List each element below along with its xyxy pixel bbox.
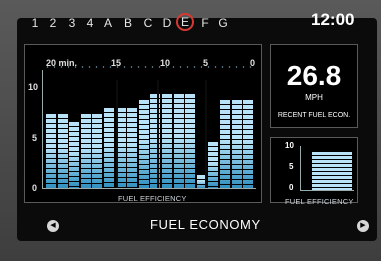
- history-bar: [173, 94, 184, 188]
- time-divider-5: [205, 80, 207, 188]
- history-bar: [220, 100, 230, 188]
- mode-key-d[interactable]: D: [158, 14, 176, 32]
- history-bar: [138, 100, 149, 188]
- y-tick-5: 5: [32, 133, 38, 143]
- mode-key-a[interactable]: A: [99, 14, 117, 32]
- history-bar: [57, 114, 68, 188]
- mode-key-3[interactable]: 3: [63, 14, 81, 32]
- x-axis-line: [42, 188, 256, 189]
- history-bar: [231, 100, 242, 188]
- y-tick-10: 10: [28, 82, 39, 92]
- recent-econ-label: RECENT FUEL ECON.: [277, 112, 351, 119]
- mode-key-1[interactable]: 1: [26, 14, 44, 32]
- y-axis-line: [42, 70, 43, 188]
- mode-key-c[interactable]: C: [139, 14, 157, 32]
- small-x-axis-line: [300, 190, 354, 191]
- mode-key-g[interactable]: G: [214, 14, 232, 32]
- mode-key-4[interactable]: 4: [81, 14, 99, 32]
- history-bar: [92, 114, 103, 188]
- mode-key-2[interactable]: 2: [44, 14, 62, 32]
- recent-econ-value: 26.8: [286, 60, 342, 91]
- history-bar: [162, 94, 172, 188]
- right-arrow-icon[interactable]: ▶: [357, 220, 369, 232]
- max-level-dotted-line: [44, 66, 254, 68]
- clock: 12:00: [311, 10, 355, 29]
- y-tick-0: 0: [32, 183, 38, 193]
- mode-key-b[interactable]: B: [119, 14, 137, 32]
- history-bar: [104, 108, 114, 188]
- left-arrow-icon[interactable]: ◀: [47, 220, 59, 232]
- screen-title: FUEL ECONOMY: [150, 217, 261, 232]
- small-y-tick-5: 5: [289, 162, 294, 171]
- history-bar: [127, 108, 138, 188]
- time-divider-15: [116, 80, 118, 188]
- small-y-tick-0: 0: [289, 183, 294, 192]
- current-econ-bar: [312, 152, 352, 190]
- small-y-tick-10: 10: [285, 141, 294, 150]
- history-bar: [46, 114, 56, 188]
- history-bar: [243, 100, 254, 188]
- mode-key-e-active[interactable]: E: [176, 13, 194, 31]
- history-bar: [185, 94, 196, 188]
- history-caption: FUEL EFFICIENCY: [118, 194, 187, 203]
- history-bar: [80, 114, 91, 188]
- small-y-axis-line: [300, 146, 301, 190]
- recent-econ-unit: MPH: [305, 93, 323, 102]
- history-bar: [69, 122, 80, 188]
- small-caption: FUEL EFFICIENCY: [285, 197, 354, 206]
- history-bar: [208, 142, 219, 188]
- time-divider-10: [157, 80, 159, 188]
- mode-key-f[interactable]: F: [196, 14, 214, 32]
